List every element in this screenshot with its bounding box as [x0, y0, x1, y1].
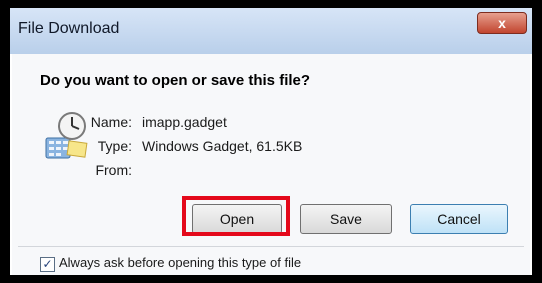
always-ask-checkbox[interactable]: ✓: [40, 257, 55, 272]
type-value: Windows Gadget, 61.5KB: [142, 138, 303, 154]
screen-frame-bottom: [0, 275, 542, 283]
checkmark-icon: ✓: [42, 257, 53, 271]
window-title: File Download: [18, 20, 120, 37]
open-button-highlight: [182, 196, 290, 236]
always-ask-label[interactable]: Always ask before opening this type of f…: [59, 255, 301, 270]
from-label: From:: [95, 162, 132, 178]
dialog-body: Do you want to open or save this file? N…: [12, 54, 530, 275]
name-value: imapp.gadget: [142, 114, 227, 130]
screen-frame-left: [0, 0, 10, 283]
type-label: Type:: [97, 138, 132, 154]
close-button[interactable]: x: [477, 12, 527, 34]
cancel-button[interactable]: Cancel: [410, 204, 508, 234]
name-label: Name:: [90, 114, 132, 130]
screen-frame-top: [0, 0, 542, 8]
save-button[interactable]: Save: [300, 204, 392, 234]
dialog-prompt: Do you want to open or save this file?: [40, 72, 311, 89]
screen-frame-right: [532, 0, 542, 283]
title-bar[interactable]: File Download x: [10, 8, 532, 54]
close-icon: x: [498, 15, 506, 31]
divider: [18, 246, 524, 247]
